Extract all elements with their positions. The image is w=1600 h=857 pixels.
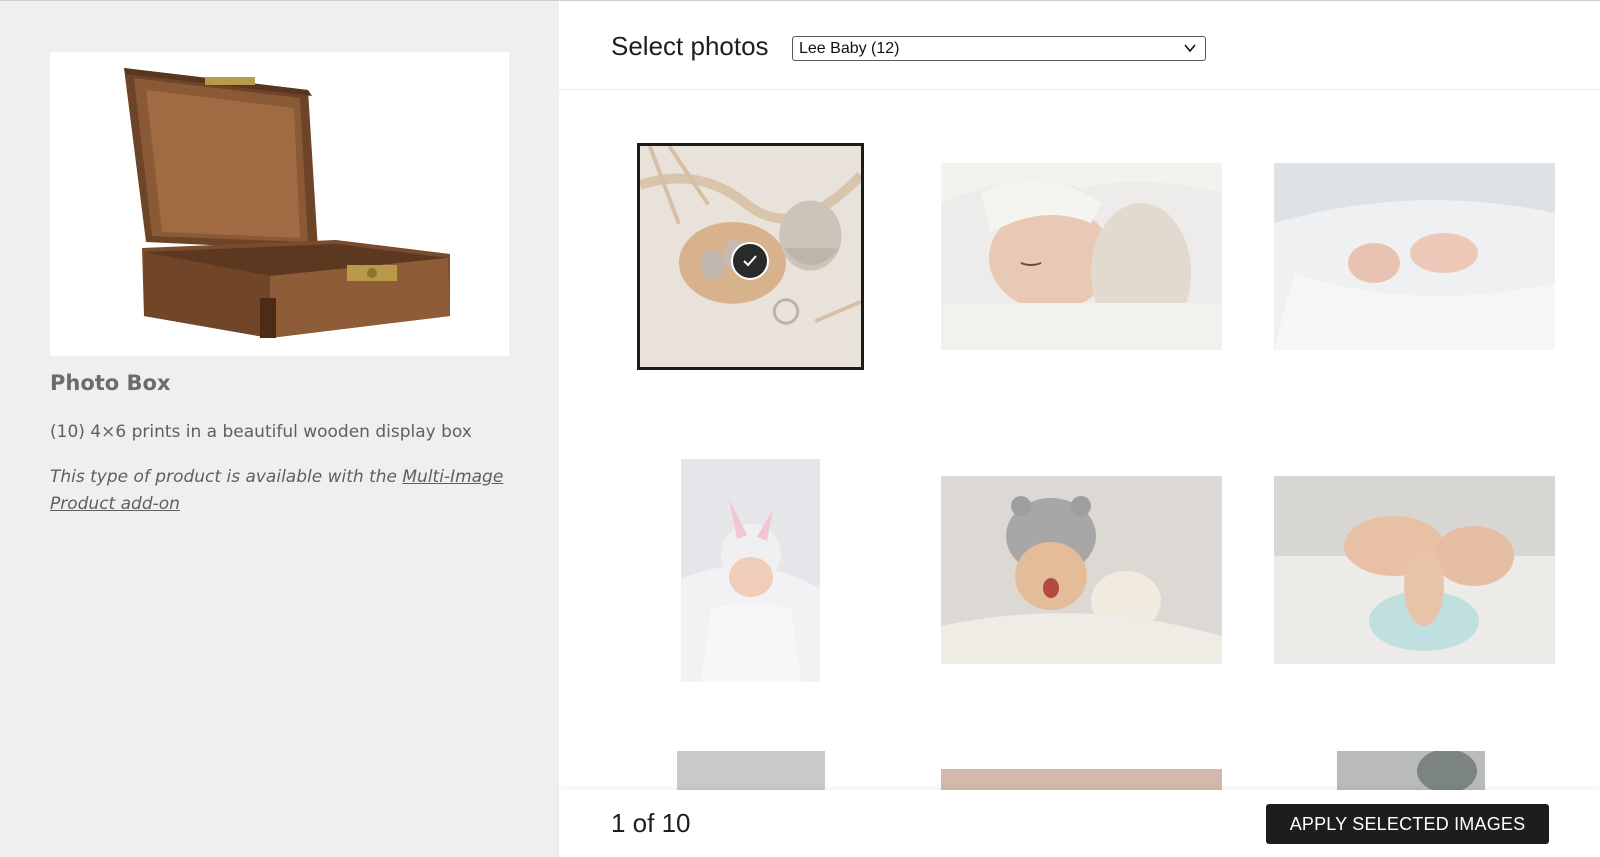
photo-thumbnail[interactable] <box>941 163 1222 350</box>
album-select-value: Lee Baby (12) <box>799 40 900 57</box>
product-info-panel: Photo Box (10) 4×6 prints in a beautiful… <box>0 1 559 857</box>
picker-title: Select photos <box>611 31 769 61</box>
photo-thumbnail[interactable] <box>941 476 1222 664</box>
picker-header: Select photos Lee Baby (12) <box>559 1 1600 90</box>
album-select[interactable]: Lee Baby (12) <box>792 36 1206 61</box>
product-image <box>50 52 509 356</box>
photo-thumbnail[interactable] <box>681 459 820 682</box>
photo-picker-panel: Select photos Lee Baby (12) 1 of 10 APPL… <box>559 1 1600 857</box>
product-title: Photo Box <box>50 371 171 395</box>
photo-thumbnail[interactable] <box>677 751 825 791</box>
photo-thumbnail[interactable] <box>1274 476 1555 664</box>
selected-check-badge <box>731 242 769 280</box>
picker-footer: 1 of 10 APPLY SELECTED IMAGES <box>559 790 1600 857</box>
product-description: (10) 4×6 prints in a beautiful wooden di… <box>50 422 472 442</box>
apply-selected-images-button[interactable]: APPLY SELECTED IMAGES <box>1266 804 1549 844</box>
photo-grid <box>559 91 1600 791</box>
photo-thumbnail[interactable] <box>1337 751 1485 791</box>
product-note: This type of product is available with t… <box>50 464 520 518</box>
chevron-down-icon <box>1184 44 1196 53</box>
photo-thumbnail[interactable] <box>1274 163 1555 350</box>
checkmark-icon <box>743 255 757 267</box>
product-note-text: This type of product is available with t… <box>50 467 403 487</box>
photo-thumbnail[interactable] <box>637 143 864 370</box>
photo-thumbnail[interactable] <box>941 769 1222 791</box>
selection-counter: 1 of 10 <box>611 808 691 838</box>
